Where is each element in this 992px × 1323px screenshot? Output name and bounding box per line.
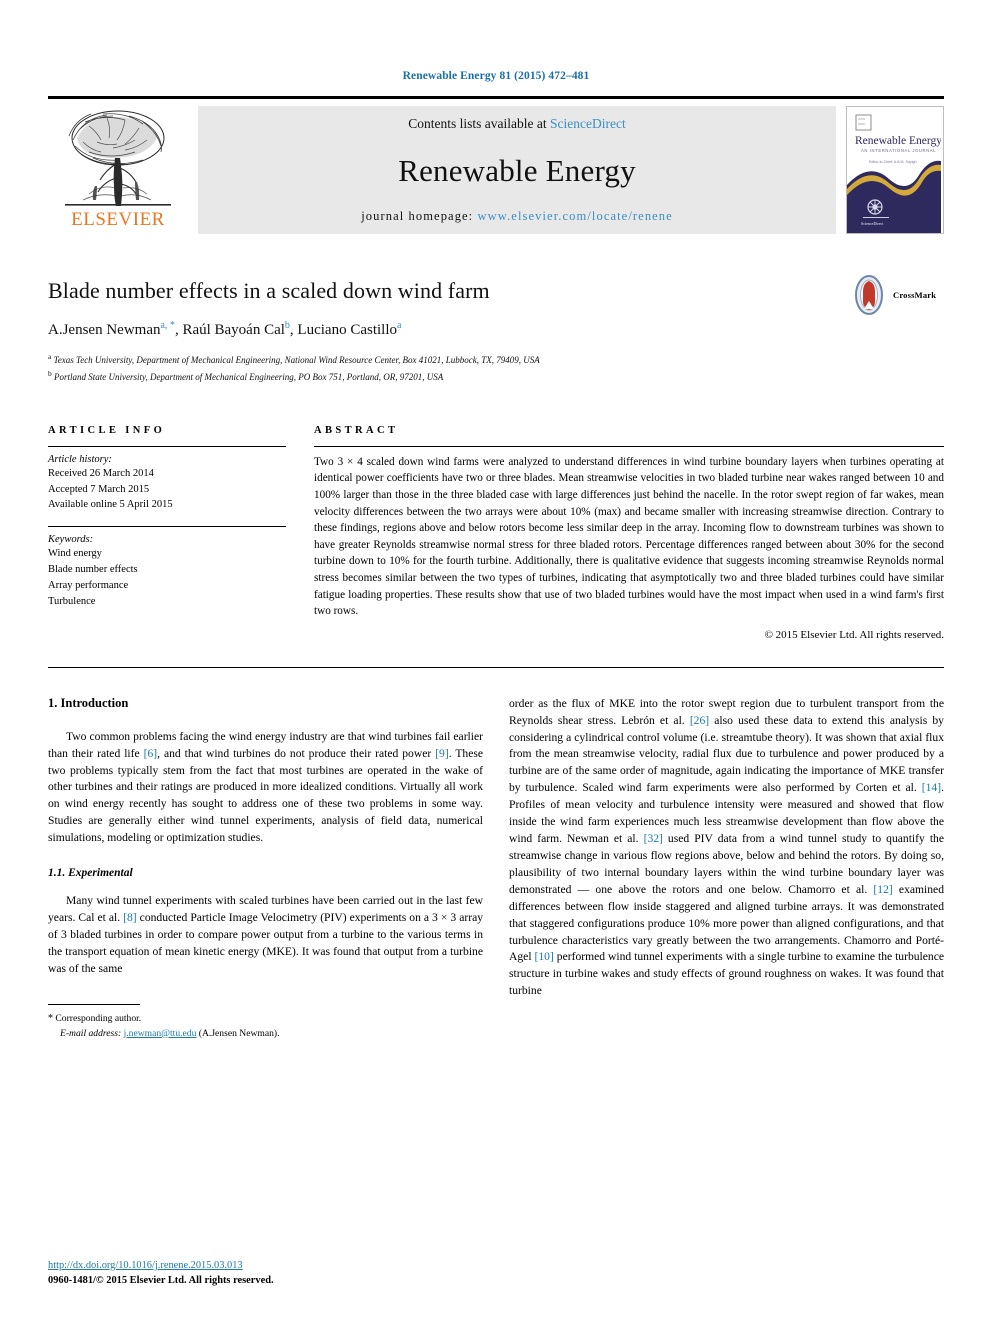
svg-text:ISSN: ISSN	[858, 117, 865, 121]
footnote-text: Corresponding author.	[55, 1012, 142, 1024]
footnote-email: E-mail address: j.newman@ttu.edu (A.Jens…	[48, 1027, 483, 1042]
affiliation-text: Portland State University, Department of…	[54, 371, 444, 382]
abstract-column: ABSTRACT Two 3 × 4 scaled down wind farm…	[314, 425, 944, 641]
author-marks: a	[397, 320, 402, 331]
keyword-item: Turbulence	[48, 595, 96, 607]
footnote-email-owner: (A.Jensen Newman).	[198, 1027, 280, 1039]
body-separator-rule	[48, 666, 944, 668]
citation-ref-32[interactable]: [32]	[644, 832, 663, 845]
elsevier-wordmark: ELSEVIER	[71, 209, 165, 230]
body-column-right: order as the flux of MKE into the rotor …	[509, 696, 944, 1042]
citation-ref-9[interactable]: [9]	[435, 747, 449, 760]
author-list: A.Jensen Newmana, *, Raúl Bayoán Calb, L…	[48, 320, 402, 338]
abstract-text: Two 3 × 4 scaled down wind farms were an…	[314, 455, 944, 618]
svg-text:Renewable Energy: Renewable Energy	[855, 135, 941, 147]
keyword-item: Wind energy	[48, 548, 102, 560]
article-history-item: Available online 5 April 2015	[48, 499, 173, 511]
citation-ref-6[interactable]: [6]	[144, 747, 158, 760]
footnote-block: * Corresponding author. E-mail address: …	[48, 1003, 483, 1042]
journal-article-page: Renewable Energy 81 (2015) 472–481 ELSEV…	[0, 0, 992, 1323]
paragraph-experimental-1: Many wind tunnel experiments with scaled…	[48, 893, 483, 978]
author-name: Raúl Bayoán Cal	[182, 322, 285, 338]
contents-line: Contents lists available at ScienceDirec…	[408, 116, 625, 132]
issn-copyright-line: 0960-1481/© 2015 Elsevier Ltd. All right…	[48, 1275, 274, 1287]
affiliation-mark: a	[48, 352, 52, 361]
journal-cover-thumbnail: ISSN 0960 Renewable Energy AN INTERNATIO…	[846, 106, 944, 234]
author-marks: a, *	[160, 320, 175, 331]
homepage-prefix: journal homepage:	[361, 209, 474, 223]
masthead: ELSEVIER Contents lists available at Sci…	[48, 96, 944, 234]
footnote-corresponding-author: * Corresponding author.	[48, 1011, 483, 1027]
page-footer: http://dx.doi.org/10.1016/j.renene.2015.…	[48, 1258, 274, 1289]
svg-text:Editor-in-Chief: A.A.M. Sayigh: Editor-in-Chief: A.A.M. Sayigh	[869, 160, 917, 164]
footnote-rule	[48, 1003, 140, 1005]
email-link[interactable]: j.newman@ttu.edu	[124, 1028, 197, 1039]
journal-homepage-link[interactable]: www.elsevier.com/locate/renene	[478, 209, 673, 223]
sciencedirect-link[interactable]: ScienceDirect	[550, 116, 626, 131]
info-abstract-section: ARTICLE INFO Article history: Received 2…	[48, 425, 944, 641]
subsection-heading-experimental: 1.1. Experimental	[48, 867, 133, 880]
citation-ref-14[interactable]: [14]	[922, 781, 941, 794]
keyword-item: Array performance	[48, 580, 129, 592]
abstract-rule	[314, 445, 944, 447]
doi-link[interactable]: http://dx.doi.org/10.1016/j.renene.2015.…	[48, 1260, 243, 1271]
keywords-rule	[48, 526, 286, 528]
article-history-item: Received 26 March 2014	[48, 467, 154, 479]
journal-banner: Contents lists available at ScienceDirec…	[198, 106, 836, 234]
journal-homepage-line: journal homepage: www.elsevier.com/locat…	[361, 209, 673, 224]
text-run: , and that wind turbines do not produce …	[157, 746, 436, 760]
elsevier-logo: ELSEVIER	[48, 106, 188, 234]
crossmark-badge[interactable]: CrossMark	[848, 272, 944, 318]
abstract-heading: ABSTRACT	[314, 424, 399, 436]
svg-text:ScienceDirect: ScienceDirect	[861, 221, 884, 226]
affiliation-text: Texas Tech University, Department of Mec…	[53, 355, 540, 365]
article-info-column: ARTICLE INFO Article history: Received 2…	[48, 425, 286, 641]
section-heading-introduction: 1. Introduction	[48, 695, 129, 710]
article-info-rule	[48, 445, 286, 447]
author-name: A.Jensen Newman	[48, 322, 161, 338]
contents-prefix: Contents lists available at	[408, 116, 547, 131]
svg-text:AN INTERNATIONAL JOURNAL: AN INTERNATIONAL JOURNAL	[861, 148, 936, 153]
text-run: performed wind tunnel experiments with a…	[509, 950, 945, 998]
paragraph-experimental-continued: order as the flux of MKE into the rotor …	[509, 696, 944, 1001]
masthead-top-rule	[48, 96, 944, 99]
citation-ref-26[interactable]: [26]	[690, 714, 709, 727]
journal-cover-art: ISSN 0960 Renewable Energy AN INTERNATIO…	[847, 107, 942, 233]
affiliation-mark: b	[48, 368, 52, 378]
paragraph-intro-1: Two common problems facing the wind ener…	[48, 729, 483, 847]
citation-ref-10[interactable]: [10]	[535, 950, 554, 963]
article-history-label: Article history:	[48, 453, 112, 465]
text-run: . These two problems typically stem from…	[48, 746, 483, 845]
body-column-left: 1. Introduction Two common problems faci…	[48, 696, 483, 1042]
citation-ref-8[interactable]: [8]	[123, 911, 137, 924]
author-name: Luciano Castillo	[297, 322, 397, 338]
affiliation-line: a Texas Tech University, Department of M…	[48, 351, 944, 368]
keyword-item: Blade number effects	[48, 564, 138, 576]
svg-text:0960: 0960	[858, 122, 865, 126]
footnote-email-label: E-mail address:	[60, 1027, 122, 1039]
journal-title: Renewable Energy	[398, 152, 636, 188]
crossmark-icon	[855, 275, 883, 315]
article-info-heading: ARTICLE INFO	[48, 424, 166, 436]
running-head: Renewable Energy 81 (2015) 472–481	[402, 70, 590, 82]
keywords-label: Keywords:	[48, 534, 94, 546]
elsevier-tree-icon	[65, 110, 171, 206]
article-history-item: Accepted 7 March 2015	[48, 483, 150, 495]
body-columns: 1. Introduction Two common problems faci…	[48, 696, 944, 1042]
title-block: CrossMark Blade number effects in a scal…	[48, 275, 944, 385]
author-marks: b	[284, 320, 290, 331]
abstract-copyright: © 2015 Elsevier Ltd. All rights reserved…	[764, 628, 944, 641]
page-title: Blade number effects in a scaled down wi…	[48, 278, 490, 303]
affiliation-line: b Portland State University, Department …	[48, 368, 944, 385]
crossmark-label: CrossMark	[893, 290, 937, 300]
footnote-star: *	[48, 1012, 53, 1024]
citation-ref-12[interactable]: [12]	[873, 883, 892, 896]
